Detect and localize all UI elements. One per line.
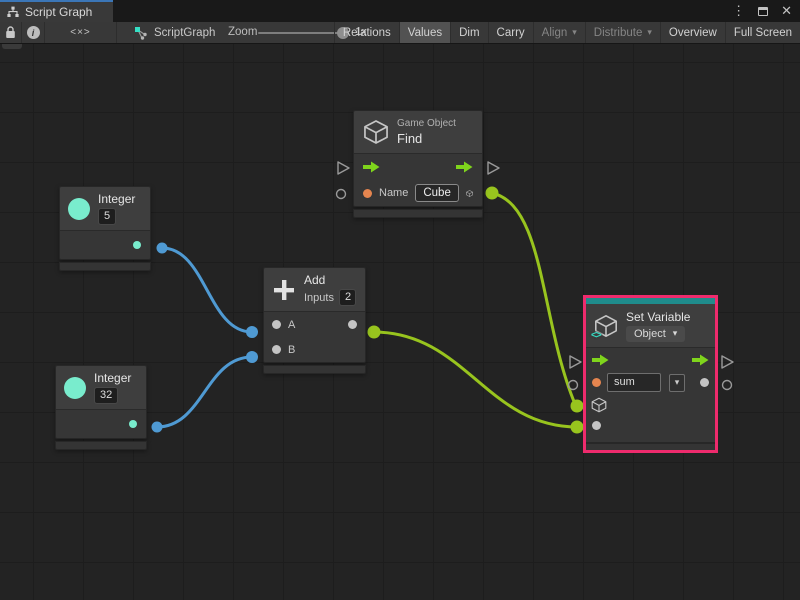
close-icon[interactable]: ✕ (781, 0, 792, 22)
tab-title: Script Graph (25, 5, 92, 19)
graph-breadcrumb[interactable]: ScriptGraph (134, 22, 215, 43)
input-port-b[interactable] (272, 345, 281, 354)
output-port[interactable] (700, 378, 709, 387)
node-footer (586, 442, 715, 450)
integer-value-field[interactable]: 5 (98, 208, 116, 225)
node-set-variable-selected[interactable]: <> Set Variable Object ▾ (583, 295, 718, 453)
output-port[interactable] (348, 320, 357, 329)
zoom-slider-track[interactable] (258, 32, 346, 34)
overview-button[interactable]: Overview (660, 22, 725, 43)
tab-script-graph[interactable]: Script Graph (0, 0, 113, 22)
node-add[interactable]: Add Inputs 2 A B (263, 267, 366, 374)
chevron-down-icon: ▾ (673, 329, 678, 338)
maximize-icon[interactable] (758, 7, 768, 16)
flow-in-arrow-icon[interactable] (592, 354, 609, 366)
node-category: Game Object (397, 118, 456, 129)
game-object-cube-icon (363, 119, 389, 145)
chevron-down-icon: ▾ (647, 28, 652, 37)
chevron-down-icon: ▾ (675, 378, 680, 387)
output-port[interactable] (129, 420, 137, 428)
flow-out-arrow-icon[interactable] (456, 161, 473, 173)
script-graph-icon (134, 26, 148, 40)
script-graph-window: Script Graph ⋮ ✕ i <×> (0, 0, 800, 600)
panel-handle[interactable] (2, 44, 22, 49)
lock-icon (5, 26, 16, 39)
window-menu-icon[interactable]: ⋮ (732, 0, 745, 22)
gameobject-input-port-icon[interactable] (591, 397, 607, 413)
name-value-field[interactable]: Cube (415, 184, 459, 202)
code-icon: <×> (70, 27, 91, 38)
graph-toolbar: i <×> ScriptGraph Zoom 1x Relations Valu… (0, 22, 800, 44)
node-title: Integer (94, 371, 131, 385)
input-port-a[interactable] (272, 320, 281, 329)
port-b-label: B (288, 344, 295, 356)
fullscreen-button[interactable]: Full Screen (725, 22, 800, 43)
carry-button[interactable]: Carry (488, 22, 533, 43)
info-icon: i (27, 26, 40, 39)
node-footer (353, 209, 483, 218)
inputs-label: Inputs (304, 292, 334, 304)
dim-button[interactable]: Dim (450, 22, 487, 43)
node-footer (263, 365, 366, 374)
variable-name-dropdown[interactable]: sum (607, 373, 661, 392)
tab-bar: Script Graph ⋮ ✕ (0, 0, 800, 22)
graph-name: ScriptGraph (154, 27, 215, 39)
string-input-port[interactable] (363, 189, 372, 198)
node-integer-32[interactable]: Integer 32 (55, 365, 147, 450)
variables-button[interactable]: <×> (45, 22, 117, 43)
port-a-label: A (288, 319, 295, 331)
value-input-port[interactable] (592, 421, 601, 430)
node-title: Add (304, 273, 356, 287)
values-button[interactable]: Values (399, 22, 450, 43)
node-title: Find (397, 131, 456, 146)
integer-type-icon (64, 377, 86, 399)
variable-name-dropdown-button[interactable]: ▾ (669, 374, 685, 392)
gameobject-output-icon[interactable] (466, 185, 473, 202)
node-footer (55, 441, 147, 450)
node-find[interactable]: Game Object Find Name Cube (353, 110, 483, 218)
variable-name-port[interactable] (592, 378, 601, 387)
code-brackets-icon: <> (591, 330, 601, 341)
node-footer (59, 262, 151, 271)
distribute-button[interactable]: Distribute ▾ (585, 22, 660, 43)
node-integer-5[interactable]: Integer 5 (59, 186, 151, 271)
graph-icon (7, 6, 19, 18)
variable-scope-dropdown[interactable]: Object ▾ (626, 326, 685, 342)
relations-button[interactable]: Relations (334, 22, 399, 43)
integer-value-field[interactable]: 32 (94, 387, 118, 404)
zoom-label: Zoom (228, 22, 257, 43)
inspect-button[interactable]: i (22, 22, 45, 43)
inputs-count-field[interactable]: 2 (339, 289, 356, 306)
flow-out-arrow-icon[interactable] (692, 354, 709, 366)
add-icon (272, 278, 296, 302)
output-port[interactable] (133, 241, 141, 249)
node-title: Integer (98, 192, 135, 206)
lock-button[interactable] (0, 22, 22, 43)
integer-type-icon (68, 198, 90, 220)
align-button[interactable]: Align ▾ (533, 22, 585, 43)
chevron-down-icon: ▾ (572, 28, 577, 37)
name-label: Name (379, 187, 408, 199)
node-title: Set Variable (626, 310, 690, 324)
flow-in-arrow-icon[interactable] (363, 161, 380, 173)
